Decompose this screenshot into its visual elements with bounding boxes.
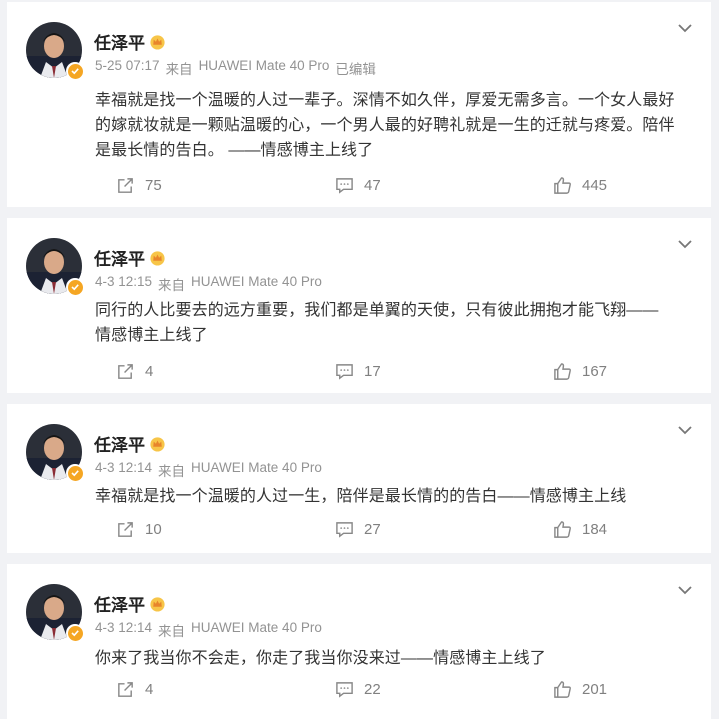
post-card: 任泽平 4-3 12:14 来自 HUAWEI Mate 40 Pro 你来了我…	[7, 564, 711, 719]
post-meta: 4-3 12:15 来自 HUAWEI Mate 40 Pro	[95, 274, 322, 294]
post-meta: 4-3 12:14 来自 HUAWEI Mate 40 Pro	[95, 460, 322, 480]
repost-count: 4	[145, 681, 154, 698]
author-name[interactable]: 任泽平	[94, 245, 145, 270]
content-line: 情感博主上线了	[95, 327, 208, 344]
source-device: HUAWEI Mate 40 Pro	[191, 460, 322, 475]
crown-icon	[150, 34, 165, 50]
comment-button[interactable]: 27	[335, 520, 381, 539]
comment-icon	[336, 522, 353, 538]
like-count: 184	[582, 521, 608, 538]
content-line: 幸福就是找一个温暖的人过一生，陪伴是最长情的的告白——情感博主上线	[95, 488, 627, 505]
verified-badge-icon	[66, 464, 84, 482]
like-button[interactable]: 167	[553, 362, 607, 381]
avatar[interactable]	[26, 22, 84, 80]
source-device: HUAWEI Mate 40 Pro	[191, 620, 322, 635]
like-icon	[554, 521, 571, 538]
comment-count: 47	[364, 177, 381, 194]
crown-icon	[150, 436, 165, 452]
post-content: 幸福就是找一个温暖的人过一生，陪伴是最长情的的告白——情感博主上线	[95, 484, 693, 509]
source-prefix: 来自	[158, 464, 186, 479]
repost-icon	[118, 364, 133, 379]
avatar[interactable]	[26, 424, 84, 482]
author-name[interactable]: 任泽平	[94, 591, 145, 616]
post-content: 同行的人比要去的远方重要，我们都是单翼的天使，只有彼此拥抱才能飞翔—— 情感博主…	[95, 298, 693, 348]
avatar[interactable]	[26, 238, 84, 296]
source-prefix: 来自	[158, 278, 186, 293]
post-card: 任泽平 4-3 12:14 来自 HUAWEI Mate 40 Pro 幸福就是…	[7, 404, 711, 553]
post-time[interactable]: 5-25 07:17	[95, 58, 160, 78]
author-name[interactable]: 任泽平	[94, 431, 145, 456]
comment-button[interactable]: 17	[335, 362, 381, 381]
post-time[interactable]: 4-3 12:15	[95, 274, 152, 294]
content-line: 的嫁就妆就是一颗贴温暖的心，一个男人最的好聘礼就是一生的迁就与疼爱。陪伴	[95, 117, 675, 134]
content-line: 幸福就是找一个温暖的人过一辈子。深情不如久伴，厚爱无需多言。一个女人最好	[95, 92, 675, 109]
post-actions: 10 27 184	[7, 520, 711, 544]
comment-count: 22	[364, 681, 381, 698]
comment-icon	[336, 178, 353, 194]
content-line: 同行的人比要去的远方重要，我们都是单翼的天使，只有彼此拥抱才能飞翔——	[95, 302, 659, 319]
repost-button[interactable]: 4	[116, 362, 153, 381]
repost-button[interactable]: 4	[116, 680, 153, 699]
chevron-down-icon[interactable]	[677, 22, 693, 34]
edited-label: 已编辑	[335, 62, 376, 77]
weibo-feed: 任泽平 5-25 07:17 来自 HUAWEI Mate 40 Pro 已编辑…	[0, 0, 719, 719]
source-device: HUAWEI Mate 40 Pro	[191, 274, 322, 289]
post-card: 任泽平 4-3 12:15 来自 HUAWEI Mate 40 Pro 同行的人…	[7, 218, 711, 393]
content-line: 是最长情的告白。 ——情感博主上线了	[95, 142, 374, 159]
verified-badge-icon	[66, 624, 84, 642]
content-line: 你来了我当你不会走，你走了我当你没来过——情感博主上线了	[95, 650, 546, 667]
post-meta: 5-25 07:17 来自 HUAWEI Mate 40 Pro 已编辑	[95, 58, 376, 78]
repost-icon	[118, 178, 133, 193]
crown-icon	[150, 250, 165, 266]
author-name[interactable]: 任泽平	[94, 29, 145, 54]
comment-button[interactable]: 22	[335, 680, 381, 699]
post-actions: 4 22 201	[7, 680, 711, 704]
like-button[interactable]: 445	[553, 176, 607, 195]
post-content: 幸福就是找一个温暖的人过一辈子。深情不如久伴，厚爱无需多言。一个女人最好 的嫁就…	[95, 88, 693, 163]
like-button[interactable]: 201	[553, 680, 607, 699]
like-icon	[554, 177, 571, 194]
post-card: 任泽平 5-25 07:17 来自 HUAWEI Mate 40 Pro 已编辑…	[7, 2, 711, 207]
like-icon	[554, 681, 571, 698]
chevron-down-icon[interactable]	[677, 584, 693, 596]
like-icon	[554, 363, 571, 380]
source-prefix: 来自	[158, 624, 186, 639]
like-button[interactable]: 184	[553, 520, 607, 539]
post-time[interactable]: 4-3 12:14	[95, 620, 152, 640]
repost-count: 75	[145, 177, 162, 194]
comment-count: 17	[364, 363, 381, 380]
verified-badge-icon	[66, 62, 84, 80]
repost-icon	[118, 522, 133, 537]
post-time[interactable]: 4-3 12:14	[95, 460, 152, 480]
chevron-down-icon[interactable]	[677, 238, 693, 250]
chevron-down-icon[interactable]	[677, 424, 693, 436]
avatar[interactable]	[26, 584, 84, 642]
comment-icon	[336, 364, 353, 380]
source-device: HUAWEI Mate 40 Pro	[198, 58, 330, 73]
repost-count: 10	[145, 521, 162, 538]
like-count: 167	[582, 363, 608, 380]
post-actions: 4 17 167	[7, 362, 711, 386]
repost-icon	[118, 682, 133, 697]
repost-button[interactable]: 75	[116, 176, 162, 195]
comment-button[interactable]: 47	[335, 176, 381, 195]
post-meta: 4-3 12:14 来自 HUAWEI Mate 40 Pro	[95, 620, 322, 640]
verified-badge-icon	[66, 278, 84, 296]
post-content: 你来了我当你不会走，你走了我当你没来过——情感博主上线了	[95, 646, 693, 671]
crown-icon	[150, 596, 165, 612]
like-count: 201	[582, 681, 608, 698]
comment-icon	[336, 682, 353, 698]
post-actions: 75 47 445	[7, 176, 711, 200]
comment-count: 27	[364, 521, 381, 538]
source-prefix: 来自	[165, 62, 193, 77]
repost-count: 4	[145, 363, 154, 380]
like-count: 445	[582, 177, 608, 194]
repost-button[interactable]: 10	[116, 520, 162, 539]
